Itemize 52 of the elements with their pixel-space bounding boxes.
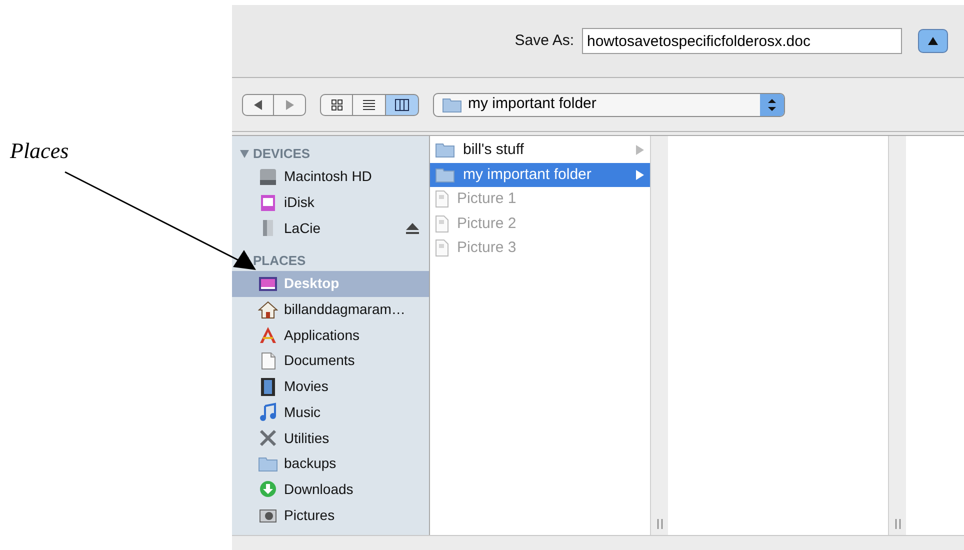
expand-button[interactable] <box>918 29 948 53</box>
stepper-icon <box>760 94 784 116</box>
app-a-icon <box>258 325 278 346</box>
folder-icon <box>442 96 462 112</box>
location-popup[interactable]: my important folder <box>433 92 785 116</box>
annotation-label: Places <box>10 138 69 163</box>
sidebar-item[interactable]: Downloads <box>232 476 429 502</box>
back-arrow-icon <box>254 100 262 110</box>
view-mode-button[interactable] <box>353 94 386 116</box>
chevron-right-icon <box>636 170 644 180</box>
folder-icon <box>435 142 455 158</box>
view-mode-button[interactable] <box>386 94 419 116</box>
resize-handle-icon[interactable] <box>894 519 900 529</box>
column-item[interactable]: my important folder <box>430 162 650 187</box>
back-button[interactable] <box>242 94 274 116</box>
columns-icon <box>395 98 409 110</box>
eject-icon[interactable] <box>406 222 419 234</box>
tools-icon <box>258 428 278 448</box>
music-note-icon <box>258 402 278 422</box>
section-header: PLACES <box>253 252 306 270</box>
section-header: DEVICES <box>253 145 310 164</box>
download-icon <box>258 479 278 500</box>
sidebar-item[interactable]: Applications <box>232 322 429 348</box>
file-icon <box>435 239 449 258</box>
sidebar-item[interactable]: Pictures <box>232 502 429 528</box>
sidebar-item[interactable]: Movies <box>232 374 429 400</box>
column-item[interactable]: bill's stuff <box>430 138 650 162</box>
sidebar-item[interactable]: Utilities <box>232 425 429 451</box>
sidebar-item[interactable]: backups <box>232 450 429 477</box>
forward-button[interactable] <box>274 94 306 116</box>
sidebar-item[interactable]: iDisk <box>232 190 429 216</box>
disclosure-down-icon[interactable] <box>240 150 249 158</box>
filename-field[interactable]: howtosavetospecificfolderosx.doc <box>582 28 902 54</box>
sidebar-item[interactable]: LaCie <box>232 215 429 242</box>
file-icon <box>435 214 449 233</box>
folder-icon <box>435 166 455 183</box>
grid-icon <box>330 98 342 110</box>
save-as-label: Save As: <box>514 30 574 51</box>
forward-arrow-icon <box>286 100 294 110</box>
view-mode-button[interactable] <box>320 94 353 116</box>
sidebar-item[interactable]: Music <box>232 400 429 426</box>
chevron-right-icon <box>636 145 644 156</box>
sidebar-item[interactable]: Documents <box>232 348 429 374</box>
hard-drive-icon <box>258 166 278 187</box>
file-icon <box>435 190 449 208</box>
sidebar-item[interactable]: billanddagmaram… <box>232 296 429 322</box>
house-icon <box>258 300 278 320</box>
triangle-up-icon <box>928 37 938 45</box>
list-icon <box>363 98 375 110</box>
sidebar-item[interactable]: Macintosh HD <box>232 164 429 190</box>
film-strip-icon <box>258 376 278 397</box>
resize-handle-icon[interactable] <box>656 519 662 529</box>
